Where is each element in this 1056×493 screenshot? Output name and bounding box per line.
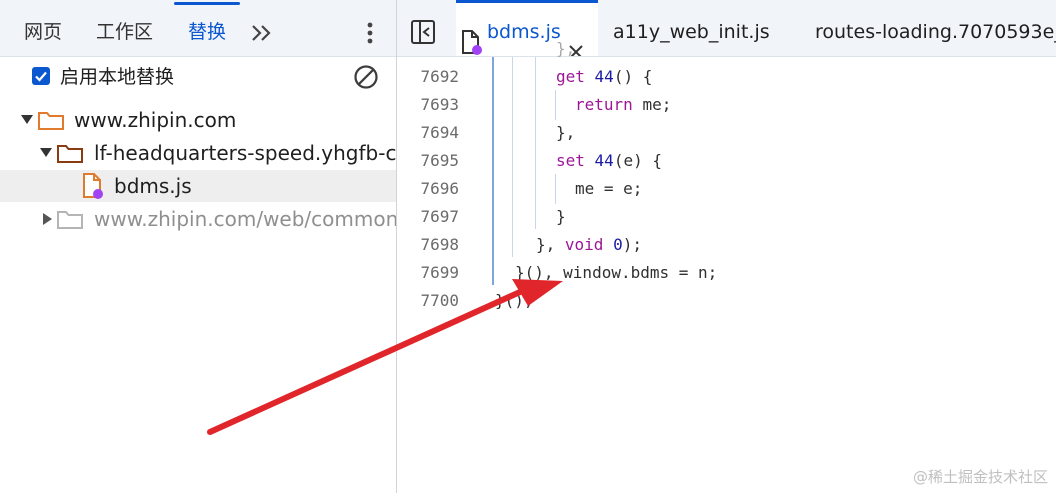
expanded-arrow-icon[interactable] bbox=[39, 137, 53, 169]
line-number: 7697 bbox=[420, 207, 459, 226]
keyword: get bbox=[556, 67, 585, 86]
line-number: 7694 bbox=[420, 123, 459, 142]
indent-guide bbox=[535, 57, 536, 229]
line-number-gutter: 7692 7693 7694 7695 7696 7697 7698 7699 … bbox=[397, 57, 467, 493]
folder-icon bbox=[37, 108, 65, 132]
indent-guide bbox=[492, 57, 494, 285]
number: 44 bbox=[594, 151, 614, 170]
overridden-file-icon bbox=[80, 172, 108, 199]
tree-item-bdms-file[interactable]: bdms.js bbox=[0, 170, 396, 202]
toggle-navigator-icon[interactable] bbox=[410, 19, 436, 45]
line-number: 7693 bbox=[420, 95, 459, 114]
overridden-file-icon bbox=[460, 18, 484, 55]
enable-overrides-label: 启用本地替换 bbox=[60, 66, 175, 88]
tab-workspace[interactable]: 工作区 bbox=[96, 0, 153, 56]
keyword: return bbox=[575, 95, 633, 114]
tree-item-label: www.zhipin.com bbox=[74, 108, 237, 132]
tree-item-label: bdms.js bbox=[114, 174, 192, 198]
code-line-highlighted: }(), window.bdms = n; bbox=[515, 263, 718, 282]
code-text: ); bbox=[622, 235, 642, 254]
enable-overrides-checkbox[interactable] bbox=[32, 67, 50, 85]
code-line: return me; bbox=[575, 91, 1056, 119]
indent-guide bbox=[512, 57, 513, 257]
code-line: }(); bbox=[495, 291, 534, 310]
code-line: me = e; bbox=[575, 179, 643, 198]
sources-sidebar: 网页 工作区 替换 启用本地替换 www.zhipin.com lf-headq bbox=[0, 0, 396, 493]
line-number: 7692 bbox=[420, 67, 459, 86]
watermark: @稀土掘金技术社区 bbox=[912, 468, 1048, 486]
tree-item-common-folder[interactable]: www.zhipin.com/web/common/ bbox=[0, 203, 396, 235]
tab-page[interactable]: 网页 bbox=[24, 0, 62, 56]
more-options-icon[interactable] bbox=[358, 18, 382, 48]
code-text: me; bbox=[642, 95, 672, 114]
folder-icon bbox=[56, 207, 84, 231]
code-text: (e) { bbox=[613, 151, 662, 170]
code-editor: bdms.js a11y_web_init.js routes-loading.… bbox=[397, 0, 1056, 493]
number: 0 bbox=[613, 235, 623, 254]
folder-icon bbox=[56, 141, 84, 165]
editor-tab-label: bdms.js bbox=[487, 21, 561, 43]
code-text: }, bbox=[536, 235, 556, 254]
clear-overrides-icon[interactable] bbox=[353, 64, 379, 90]
tree-item-cdn-folder[interactable]: lf-headquarters-speed.yhgfb-cn bbox=[0, 137, 396, 169]
code-line: } bbox=[556, 207, 566, 226]
indent-guide bbox=[555, 90, 556, 120]
code-line: get 44() { bbox=[556, 63, 1056, 91]
line-number: 7698 bbox=[420, 235, 459, 254]
keyword: set bbox=[556, 151, 585, 170]
line-number: 7699 bbox=[420, 263, 459, 282]
tree-item-label: lf-headquarters-speed.yhgfb-cn bbox=[94, 141, 396, 165]
more-tabs-chevron-icon[interactable] bbox=[246, 18, 278, 48]
line-number: 7696 bbox=[420, 179, 459, 198]
indent-guide bbox=[555, 174, 556, 204]
number: 44 bbox=[594, 67, 614, 86]
code-line: set 44(e) { bbox=[556, 147, 1056, 175]
tree-item-domain[interactable]: www.zhipin.com bbox=[0, 104, 396, 136]
tree-item-label: www.zhipin.com/web/common/ bbox=[94, 207, 396, 231]
code-text: () { bbox=[613, 67, 653, 86]
collapsed-arrow-icon[interactable] bbox=[40, 203, 54, 235]
line-number: 7695 bbox=[420, 151, 459, 170]
code-line: }, bbox=[556, 123, 576, 142]
code-line-partial: }, bbox=[556, 39, 576, 58]
code-line: }, void 0); bbox=[536, 231, 1056, 259]
sidebar-tabbar: 网页 工作区 替换 bbox=[0, 0, 396, 57]
line-number: 7700 bbox=[420, 291, 459, 310]
keyword: void bbox=[564, 235, 604, 254]
tab-overrides[interactable]: 替换 bbox=[173, 0, 241, 56]
expanded-arrow-icon[interactable] bbox=[20, 104, 34, 136]
